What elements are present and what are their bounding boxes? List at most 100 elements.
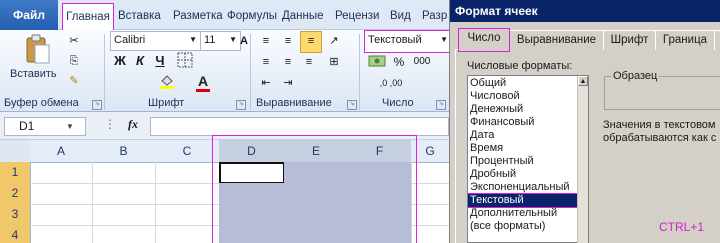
decimal-buttons[interactable]: ,0 ,00: [366, 74, 416, 92]
align-top-icon[interactable]: ≡: [257, 32, 275, 50]
tab-alignment[interactable]: Выравнивание: [509, 30, 604, 50]
orientation-icon[interactable]: ↗: [325, 32, 343, 50]
tab-developer[interactable]: Разр: [422, 6, 449, 26]
font-group-label: Шрифт: [148, 97, 185, 109]
format-list-item[interactable]: Процентный: [468, 155, 582, 168]
tab-file[interactable]: Файл: [0, 0, 58, 30]
format-list-item[interactable]: Денежный: [468, 103, 582, 116]
formats-list-scrollbar[interactable]: ▲: [577, 76, 588, 243]
cell-a3[interactable]: [30, 204, 93, 226]
column-header-c[interactable]: C: [155, 140, 220, 163]
align-middle-icon[interactable]: ≡: [279, 32, 297, 50]
format-list-item[interactable]: Дробный: [468, 168, 582, 181]
align-bottom-icon[interactable]: ≡: [300, 31, 322, 53]
font-size-value: 11: [204, 34, 216, 46]
cell-c2[interactable]: [155, 183, 220, 205]
row-header-2[interactable]: 2: [0, 183, 31, 205]
tab-formulas[interactable]: Формулы: [227, 6, 277, 26]
row-header-1[interactable]: 1: [0, 162, 31, 184]
group-divider: [359, 34, 360, 110]
format-list-item[interactable]: Дата: [468, 129, 582, 142]
description-line-2: обрабатываются как с: [603, 132, 717, 144]
font-color-icon: A: [197, 73, 209, 89]
align-center-icon[interactable]: ≡: [279, 53, 297, 71]
name-box-value: D1: [19, 119, 35, 133]
excel-window: Файл Главная Вставка Разметка Формулы Да…: [0, 0, 449, 243]
row-header-4[interactable]: 4: [0, 225, 31, 243]
format-list-item[interactable]: Общий: [468, 77, 582, 90]
paste-button[interactable]: [22, 33, 52, 65]
font-color-button[interactable]: A: [192, 72, 214, 92]
tab-view[interactable]: Вид: [390, 6, 412, 26]
cell-c3[interactable]: [155, 204, 220, 226]
alignment-launcher-icon[interactable]: ↘: [347, 100, 357, 110]
cell-a2[interactable]: [30, 183, 93, 205]
align-right-icon[interactable]: ≡: [300, 53, 318, 71]
scroll-up-icon[interactable]: ▲: [578, 76, 588, 86]
clipboard-group-label: Буфер обмена: [4, 97, 79, 109]
name-box-dropdown-icon[interactable]: ▼: [66, 122, 74, 131]
clipboard-launcher-icon[interactable]: ↘: [92, 100, 102, 110]
format-list-item[interactable]: Текстовый: [468, 193, 583, 208]
underline-button[interactable]: Ч: [152, 52, 168, 70]
insert-function-icon[interactable]: fx: [128, 117, 138, 132]
ribbon-tab-bar: Файл Главная Вставка Разметка Формулы Да…: [0, 0, 449, 31]
font-size-select[interactable]: 11 ▼: [200, 31, 241, 51]
number-format-select[interactable]: Текстовый ▼: [364, 30, 449, 53]
alignment-group-label: Выравнивание: [256, 97, 332, 109]
fill-color-icon[interactable]: [156, 72, 178, 96]
chevron-down-icon: ▼: [229, 35, 237, 44]
thousands-separator-button[interactable]: 000: [409, 53, 435, 71]
copy-icon[interactable]: ⎘: [66, 52, 82, 70]
number-formats-list[interactable]: Общий Числовой Денежный Финансовый Дата Время…: [467, 75, 589, 243]
cell-b2[interactable]: [92, 183, 156, 205]
chevron-down-icon: ▼: [440, 35, 448, 44]
format-list-item[interactable]: Дополнительный: [468, 207, 582, 220]
cell-b4[interactable]: [92, 225, 156, 243]
cell-c1[interactable]: [155, 162, 220, 184]
tab-page-layout[interactable]: Разметка: [173, 6, 223, 26]
tab-home[interactable]: Главная: [62, 3, 114, 31]
italic-button[interactable]: К: [132, 52, 148, 70]
percent-button[interactable]: %: [392, 53, 406, 71]
align-left-icon[interactable]: ≡: [257, 53, 275, 71]
tab-font[interactable]: Шрифт: [603, 30, 656, 50]
cell-a4[interactable]: [30, 225, 93, 243]
font-launcher-icon[interactable]: ↘: [236, 100, 246, 110]
cell-b1[interactable]: [92, 162, 156, 184]
tab-border[interactable]: Граница: [655, 30, 715, 50]
increase-indent-icon[interactable]: ⇥: [279, 74, 297, 92]
bold-button[interactable]: Ж: [112, 52, 128, 70]
format-painter-icon[interactable]: ✎: [66, 72, 82, 90]
tab-more[interactable]: [714, 30, 720, 50]
decrease-indent-icon[interactable]: ⇤: [257, 74, 275, 92]
formula-input[interactable]: [150, 117, 449, 136]
tab-review[interactable]: Рецензи: [335, 6, 385, 26]
column-header-a[interactable]: A: [30, 140, 93, 163]
grow-font-icon[interactable]: A: [238, 32, 250, 50]
sample-label: Образец: [611, 70, 660, 82]
format-list-item[interactable]: Финансовый: [468, 116, 582, 129]
group-divider: [104, 34, 105, 110]
tab-data[interactable]: Данные: [282, 6, 332, 26]
borders-icon[interactable]: [174, 52, 196, 74]
number-launcher-icon[interactable]: ↘: [436, 100, 446, 110]
cell-b3[interactable]: [92, 204, 156, 226]
format-list-item[interactable]: Числовой: [468, 90, 582, 103]
cell-a1[interactable]: [30, 162, 93, 184]
format-list-item[interactable]: Время: [468, 142, 582, 155]
cut-icon[interactable]: ✂: [66, 32, 82, 50]
tab-number[interactable]: Число: [458, 28, 510, 52]
format-list-item[interactable]: Экспоненциальный: [468, 181, 582, 194]
number-group-label: Число: [382, 97, 414, 109]
formula-bar-dots-icon: ⋮: [104, 117, 116, 131]
row-header-3[interactable]: 3: [0, 204, 31, 226]
cell-c4[interactable]: [155, 225, 220, 243]
select-all-corner[interactable]: [0, 140, 31, 163]
font-name-select[interactable]: Calibri ▼: [110, 31, 201, 51]
format-list-item[interactable]: (все форматы): [468, 220, 582, 233]
tab-insert[interactable]: Вставка: [118, 6, 168, 26]
currency-format-icon[interactable]: [367, 53, 389, 75]
merge-cells-icon[interactable]: ⊞: [325, 53, 343, 71]
column-header-b[interactable]: B: [92, 140, 156, 163]
